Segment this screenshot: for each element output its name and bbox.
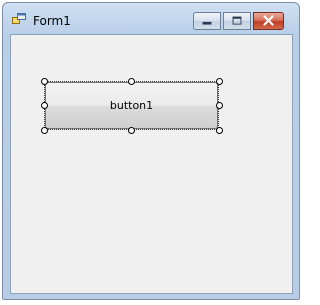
button1-button[interactable]: button1 [45,82,218,129]
resize-handle-top-center[interactable] [128,78,135,85]
maximize-button[interactable] [223,12,251,30]
resize-handle-bottom-left[interactable] [41,127,48,134]
resize-handle-bottom-center[interactable] [128,127,135,134]
minimize-icon [202,21,212,25]
close-icon [263,15,274,26]
form-client-area[interactable]: button1 [10,34,293,294]
maximize-icon [232,16,242,25]
window-title: Form1 [33,14,71,28]
minimize-button[interactable] [193,12,221,30]
resize-handle-top-left[interactable] [41,78,48,85]
close-button[interactable] [253,12,284,30]
resize-handle-middle-right[interactable] [216,102,223,109]
resize-handle-middle-left[interactable] [41,102,48,109]
form-window: Form1 button1 [2,2,300,300]
title-bar[interactable]: Form1 [3,3,299,33]
form-app-icon [12,13,26,24]
resize-handle-top-right[interactable] [216,78,223,85]
resize-handle-bottom-right[interactable] [216,127,223,134]
